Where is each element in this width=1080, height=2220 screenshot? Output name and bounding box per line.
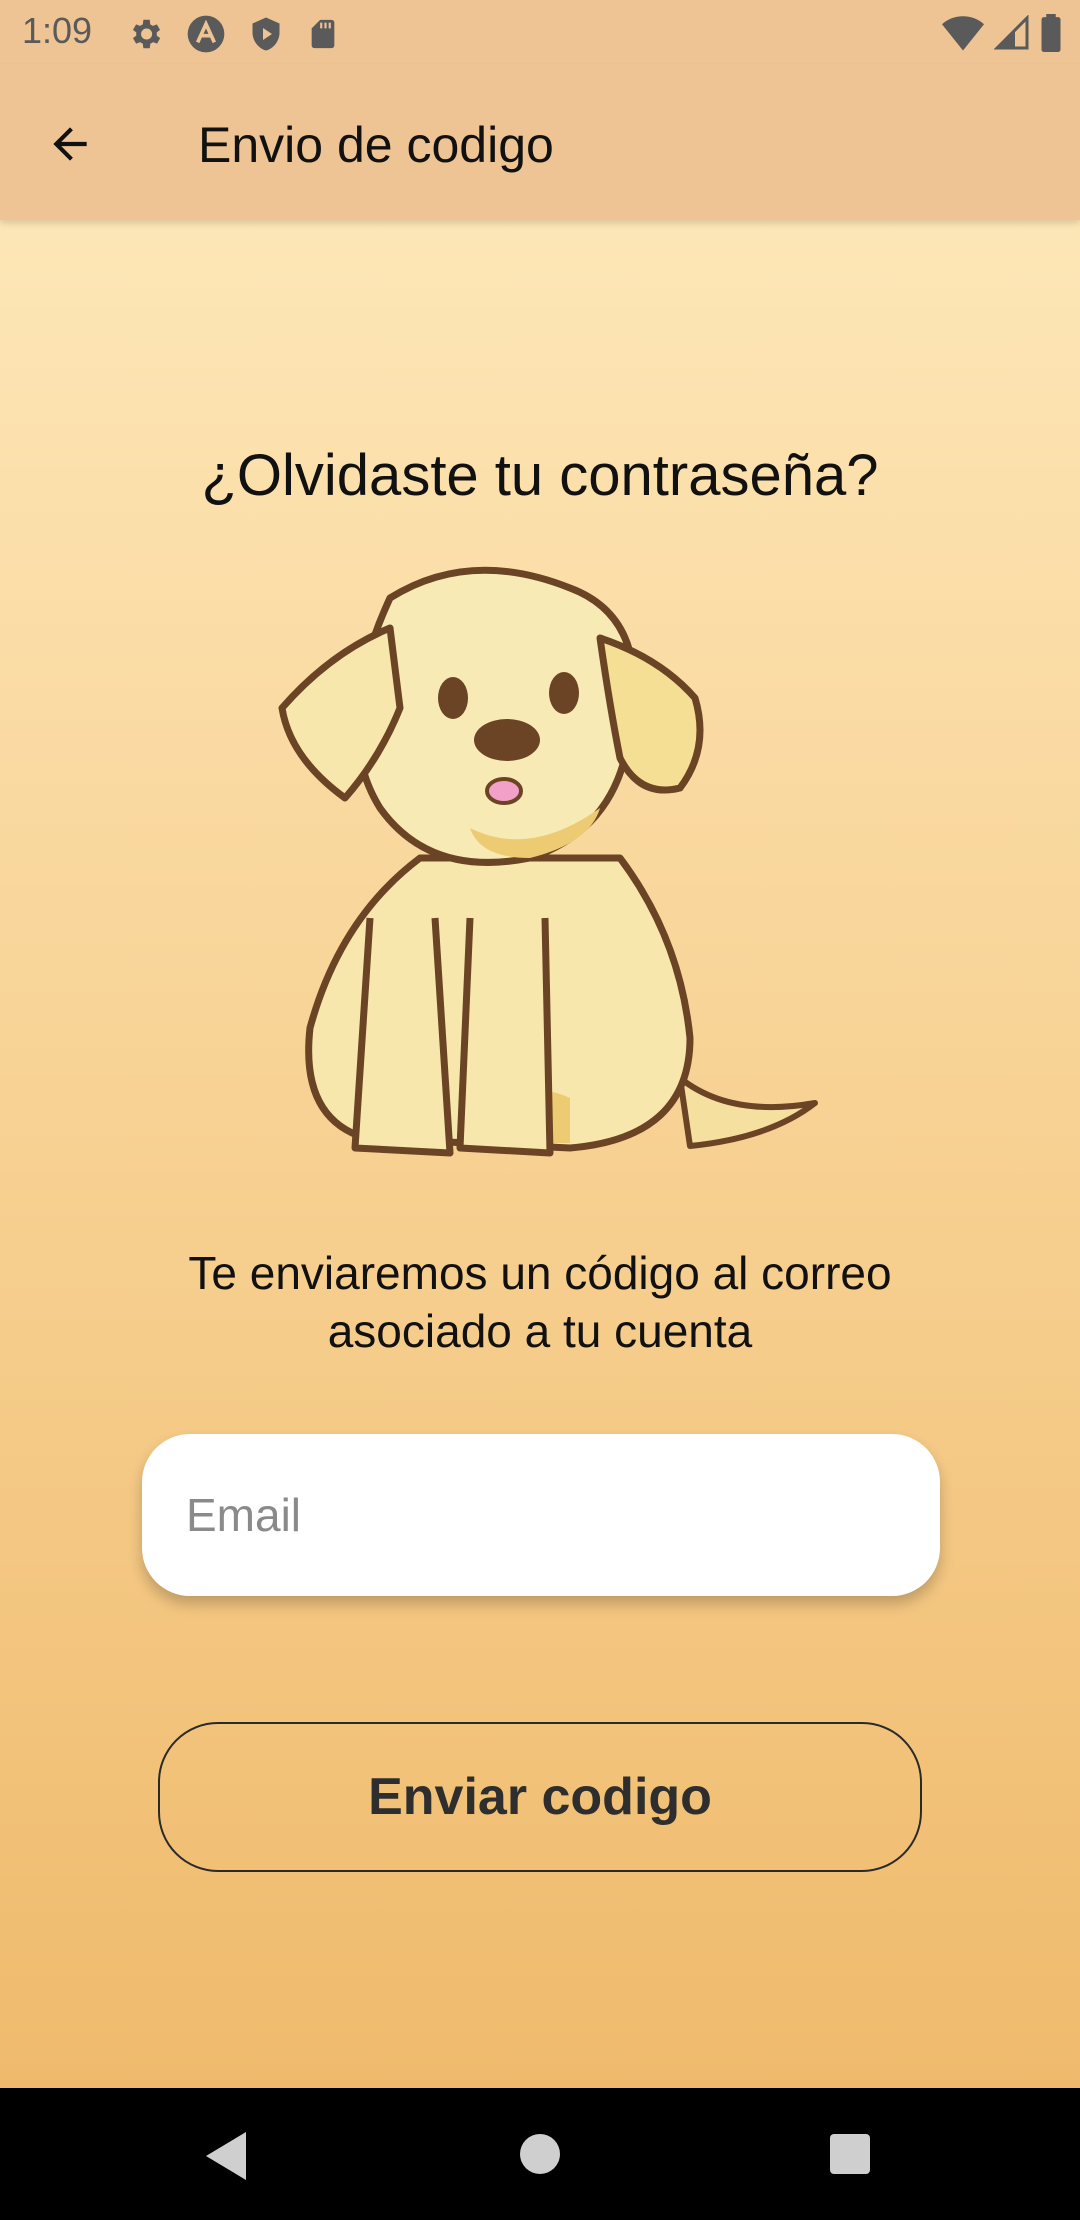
autofill-icon (187, 15, 225, 53)
app-title: Envio de codigo (198, 117, 554, 173)
content-area: ¿Olvidaste tu contraseña? Te enviaremos … (0, 220, 1080, 2088)
shield-play-icon (252, 17, 280, 51)
wifi-icon (942, 16, 984, 51)
description-text: Te enviaremos un código al correo asocia… (188, 1247, 892, 1357)
battery-icon (1041, 14, 1061, 52)
question-heading: ¿Olvidaste tu contraseña? (201, 443, 879, 508)
navigation-bar (0, 2088, 1080, 2220)
arrow-left-icon (53, 127, 87, 161)
recents-square-icon[interactable] (830, 2134, 870, 2174)
status-icons-left (126, 14, 340, 54)
email-field[interactable] (142, 1434, 940, 1596)
status-icons-right (942, 14, 1062, 52)
back-triangle-icon[interactable] (206, 2132, 246, 2180)
gear-icon (132, 19, 161, 49)
sd-card-icon (311, 19, 335, 49)
app-bar: Envio de codigo (0, 64, 1080, 220)
puppy-illustration (278, 566, 818, 1157)
back-button[interactable] (34, 108, 106, 180)
status-bar: 1:09 (0, 0, 1080, 64)
status-time: 1:09 (22, 10, 93, 51)
home-circle-icon[interactable] (520, 2134, 560, 2174)
send-code-button[interactable]: Enviar codigo (158, 1722, 922, 1872)
signal-icon (994, 15, 1029, 50)
